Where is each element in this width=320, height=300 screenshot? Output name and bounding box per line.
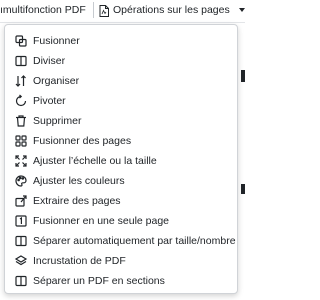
delete-icon — [15, 115, 27, 127]
menu-item-label: Ajuster l’échelle ou la taille — [33, 155, 157, 167]
page-operations-dropdown: Fusionner Diviser Organiser Pivoter Supp… — [4, 24, 238, 294]
rotate-icon — [15, 94, 27, 107]
tab-page-operations[interactable]: Opérations sur les pages — [99, 0, 230, 20]
one-page-icon — [15, 215, 27, 227]
background-content — [241, 184, 245, 194]
auto-split-icon — [15, 235, 27, 247]
menu-item-split[interactable]: Diviser — [5, 51, 237, 71]
grid-icon — [15, 135, 27, 147]
menu-item-label: Séparer un PDF en sections — [33, 275, 165, 287]
menu-item-pdf-overlay[interactable]: Incrustation de PDF — [5, 251, 237, 271]
menu-item-rotate[interactable]: Pivoter — [5, 91, 237, 111]
tab-multifunction-pdf[interactable]: ımultifonction PDF — [0, 0, 92, 20]
menu-item-organize[interactable]: Organiser — [5, 71, 237, 91]
menu-item-extract-pages[interactable]: Extraire des pages — [5, 191, 237, 211]
pdf-file-icon — [99, 4, 109, 17]
menu-item-label: Fusionner des pages — [33, 135, 132, 147]
fullscreen-icon — [15, 155, 27, 167]
chevron-down-icon[interactable] — [239, 8, 245, 12]
extract-icon — [15, 195, 27, 207]
menu-item-label: Fusionner — [33, 35, 80, 47]
sort-icon — [15, 75, 27, 87]
nav-divider — [0, 22, 245, 23]
menu-item-label: Fusionner en une seule page — [33, 215, 170, 227]
menu-item-single-page[interactable]: Fusionner en une seule page — [5, 211, 237, 231]
menu-item-split-sections[interactable]: Séparer un PDF en sections — [5, 271, 237, 291]
menu-item-label: Ajuster les couleurs — [33, 175, 125, 187]
merge-icon — [15, 35, 27, 47]
menu-item-label: Pivoter — [33, 95, 66, 107]
tab-separator — [93, 2, 94, 18]
menu-item-label: Séparer automatiquement par taille/nombr… — [33, 235, 236, 247]
menu-item-label: Supprimer — [33, 115, 82, 127]
tab-multifunction-pdf-label: ımultifonction PDF — [0, 4, 86, 16]
menu-item-adjust-colors[interactable]: Ajuster les couleurs — [5, 171, 237, 191]
menu-item-label: Diviser — [33, 55, 66, 67]
tab-page-operations-label: Opérations sur les pages — [113, 4, 230, 16]
sections-icon — [15, 275, 27, 287]
background-content — [241, 70, 245, 82]
menu-item-label: Incrustation de PDF — [33, 255, 126, 267]
menu-item-auto-split[interactable]: Séparer automatiquement par taille/nombr… — [5, 231, 237, 251]
menu-item-delete[interactable]: Supprimer — [5, 111, 237, 131]
palette-icon — [15, 175, 27, 187]
menu-item-adjust-scale[interactable]: Ajuster l’échelle ou la taille — [5, 151, 237, 171]
menu-item-merge-pages[interactable]: Fusionner des pages — [5, 131, 237, 151]
menu-item-label: Organiser — [33, 75, 80, 87]
menu-item-merge[interactable]: Fusionner — [5, 31, 237, 51]
menu-item-label: Extraire des pages — [33, 195, 121, 207]
layers-icon — [14, 255, 28, 267]
split-icon — [15, 55, 27, 67]
top-nav: ımultifonction PDF Opérations sur les pa… — [0, 0, 245, 22]
